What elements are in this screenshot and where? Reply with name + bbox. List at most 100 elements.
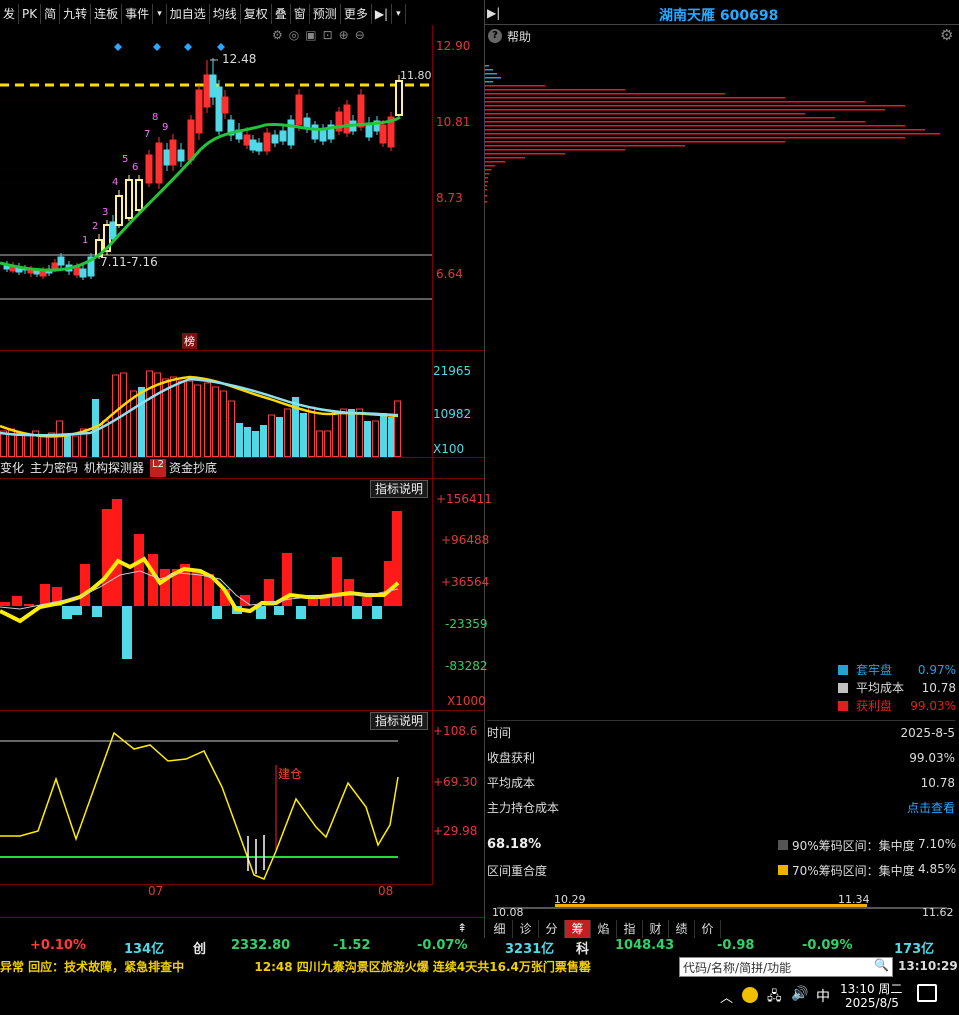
chip-bar [485,89,625,91]
panel-tab[interactable]: 指 [617,920,643,938]
volume-bar [276,417,283,457]
fund-flow-chart [0,499,402,659]
chip-bar [485,101,865,103]
settings-gear-icon[interactable]: ⚙ [940,26,953,44]
news-item[interactable]: 异常 回应：技术故障，紧急排查中 [0,960,184,974]
fund-bar [212,606,222,619]
fund-bar [40,584,50,606]
chip-bar [485,129,925,131]
toolbar-event-button[interactable]: 事件 [122,4,154,24]
volume-bar [56,420,63,457]
panel-tab[interactable]: 绩 [669,920,695,938]
panel-tab[interactable]: 诊 [513,920,539,938]
search-icon[interactable]: 🔍 [874,958,889,972]
toolbar-send-button[interactable]: 发 [0,4,20,24]
volume-bar [40,436,47,457]
fund-bar [122,606,132,659]
range70-value: 4.85% [918,862,957,876]
toolbar-expand-button[interactable]: ▶| [372,4,393,24]
legend-swatch [838,665,848,675]
ime-indicator[interactable]: 中 [816,986,830,1006]
range90-label: 90%筹码区间：集中度 [792,839,915,853]
fund-bar [92,606,102,617]
fund-bar [274,606,284,615]
candle-body [263,132,271,152]
chip-bar [485,69,493,71]
chip-info-value: 2025-8-5 [900,726,955,740]
toolbar-ma-button[interactable]: 均线 [210,4,241,24]
toolbar-adjust-button[interactable]: 复权 [241,4,272,24]
news-item[interactable]: 12:48 四川九寨沟景区旅游火爆 连续4天共16.4万张门票售罄 [254,960,591,974]
chip-bar [485,181,488,183]
taskbar-date[interactable]: 2025/8/5 [845,996,899,1010]
volume-axis-label: 10982 [433,407,472,421]
candle-body [343,104,351,134]
toolbar-pk-button[interactable]: PK [19,4,42,24]
notification-icon[interactable] [917,984,937,1002]
volume-icon[interactable]: 🔊 [791,986,808,1002]
tray-expand-icon[interactable]: ︿ [720,987,733,1006]
panel-tab[interactable]: 筹 [565,920,591,938]
toolbar-more-button[interactable]: 更多 [341,4,372,24]
panel-tab[interactable]: 焰 [591,920,617,938]
panel-tab[interactable]: 价 [695,920,721,938]
toolbar-simple-button[interactable]: 简 [41,4,61,24]
candle-body [203,74,211,108]
toolbar-limit-board-button[interactable]: 连板 [91,4,123,24]
candle-body [255,142,263,152]
chip-info-row[interactable]: 主力持仓成本 点击查看 [487,797,955,819]
toolbar-expand-dropdown-button[interactable]: ▾ [392,4,406,24]
volume-bar [146,370,153,457]
chip-bar [485,121,865,123]
toolbar-add-watchlist-button[interactable]: 加自选 [167,4,210,24]
panel-tab[interactable]: 财 [643,920,669,938]
tab-main-code[interactable]: 主力密码 [30,459,84,477]
toolbar-event-dropdown-button[interactable]: ▾ [153,4,167,24]
volume-bar [204,382,211,457]
volume-bar [394,400,401,457]
chip-info-key: 时间 [487,726,512,740]
news-ticker[interactable]: 异常 回应：技术故障，紧急排查中 12:48 四川九寨沟景区旅游火爆 连续4天共… [0,958,675,976]
help-label[interactable]: 帮助 [507,28,531,45]
wechat-icon[interactable] [742,987,758,1003]
nine-turn-counter: 5 [122,154,128,165]
toolbar-forecast-button[interactable]: 预测 [310,4,341,24]
candle-body [209,74,217,98]
toolbar-overlay-button[interactable]: 叠 [272,4,291,24]
bang-badge[interactable]: 榜 [182,333,197,349]
toolbar-window-button[interactable]: 窗 [291,4,310,24]
chip-bar [485,81,493,83]
help-icon[interactable]: ? [488,29,502,43]
volume-bar [324,430,331,457]
volume-bar [372,420,379,457]
taskbar-time[interactable]: 13:10 周二 [840,980,902,997]
network-icon[interactable]: 🖧 [767,987,782,1009]
nine-turn-counter: 9 [162,122,168,133]
legend-value: 10.78 [921,681,956,695]
candle-body [357,94,365,128]
expand-icon[interactable]: ▶| [487,6,505,22]
search-box[interactable]: 代码/名称/简拼/功能 🔍 [679,957,893,977]
tab-fund-bottom[interactable]: 资金抄底 [169,459,223,477]
fund-bar [308,599,318,606]
volume-axis-label: X100 [433,442,465,456]
scroll-top-icon[interactable]: ⇞ [457,921,467,935]
panel-tab[interactable]: 细 [487,920,513,938]
tab-institution-detector[interactable]: 机构探测器 [84,459,150,477]
x-axis-label: 07 [148,884,164,898]
volume-bar [316,430,323,457]
diamond-marker [153,43,161,51]
fund-axis-label: X1000 [447,694,486,708]
price-chart: 123456789 [0,43,432,300]
toolbar-nine-turn-button[interactable]: 九转 [60,4,92,24]
candle-body [155,142,163,184]
candle-body [221,96,229,114]
panel-tab[interactable]: 分 [539,920,565,938]
chip-info-value[interactable]: 点击查看 [907,797,955,819]
candle-body [195,89,203,134]
volume-bar [138,387,145,457]
search-input[interactable]: 代码/名称/简拼/功能 [683,959,791,976]
candle-body [271,134,279,144]
chip-bar [485,145,685,147]
tab-change[interactable]: 变化 [0,459,30,477]
